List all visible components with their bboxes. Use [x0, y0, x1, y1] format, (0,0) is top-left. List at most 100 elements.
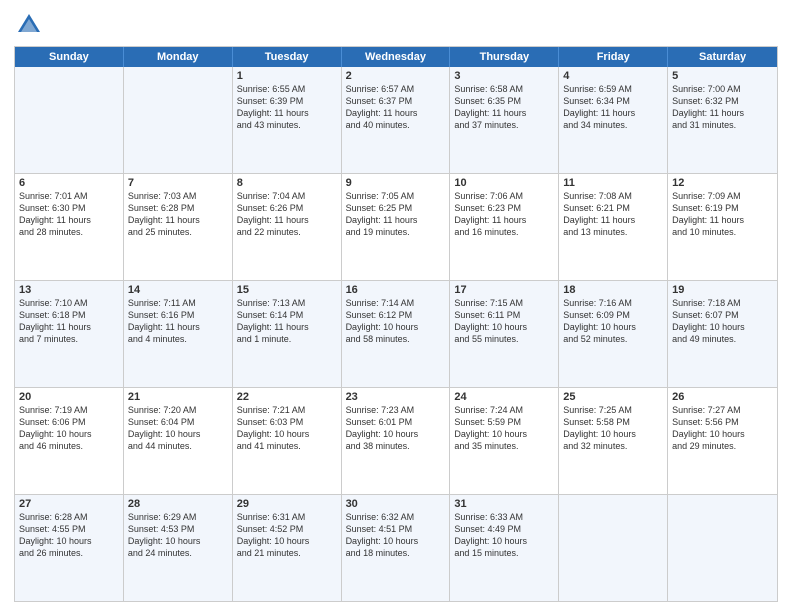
calendar-cell-23: 23Sunrise: 7:23 AM Sunset: 6:01 PM Dayli…: [342, 388, 451, 494]
calendar-row-2: 13Sunrise: 7:10 AM Sunset: 6:18 PM Dayli…: [15, 280, 777, 387]
day-info: Sunrise: 7:21 AM Sunset: 6:03 PM Dayligh…: [237, 404, 337, 453]
day-number: 7: [128, 177, 228, 189]
calendar-cell-16: 16Sunrise: 7:14 AM Sunset: 6:12 PM Dayli…: [342, 281, 451, 387]
calendar-cell-25: 25Sunrise: 7:25 AM Sunset: 5:58 PM Dayli…: [559, 388, 668, 494]
day-number: 30: [346, 498, 446, 510]
calendar-cell-26: 26Sunrise: 7:27 AM Sunset: 5:56 PM Dayli…: [668, 388, 777, 494]
day-number: 26: [672, 391, 773, 403]
calendar: SundayMondayTuesdayWednesdayThursdayFrid…: [14, 46, 778, 602]
calendar-cell-20: 20Sunrise: 7:19 AM Sunset: 6:06 PM Dayli…: [15, 388, 124, 494]
day-number: 22: [237, 391, 337, 403]
day-number: 27: [19, 498, 119, 510]
day-info: Sunrise: 7:10 AM Sunset: 6:18 PM Dayligh…: [19, 297, 119, 346]
day-number: 19: [672, 284, 773, 296]
day-number: 14: [128, 284, 228, 296]
calendar-header: SundayMondayTuesdayWednesdayThursdayFrid…: [15, 47, 777, 67]
page: SundayMondayTuesdayWednesdayThursdayFrid…: [0, 0, 792, 612]
day-info: Sunrise: 7:25 AM Sunset: 5:58 PM Dayligh…: [563, 404, 663, 453]
calendar-cell-18: 18Sunrise: 7:16 AM Sunset: 6:09 PM Dayli…: [559, 281, 668, 387]
calendar-cell-8: 8Sunrise: 7:04 AM Sunset: 6:26 PM Daylig…: [233, 174, 342, 280]
day-number: 18: [563, 284, 663, 296]
calendar-cell-3: 3Sunrise: 6:58 AM Sunset: 6:35 PM Daylig…: [450, 67, 559, 173]
day-number: 20: [19, 391, 119, 403]
header-day-friday: Friday: [559, 47, 668, 67]
day-number: 23: [346, 391, 446, 403]
header-day-thursday: Thursday: [450, 47, 559, 67]
header-day-saturday: Saturday: [668, 47, 777, 67]
calendar-cell-7: 7Sunrise: 7:03 AM Sunset: 6:28 PM Daylig…: [124, 174, 233, 280]
day-info: Sunrise: 6:55 AM Sunset: 6:39 PM Dayligh…: [237, 83, 337, 132]
day-info: Sunrise: 7:16 AM Sunset: 6:09 PM Dayligh…: [563, 297, 663, 346]
day-number: 6: [19, 177, 119, 189]
day-number: 1: [237, 70, 337, 82]
day-info: Sunrise: 7:18 AM Sunset: 6:07 PM Dayligh…: [672, 297, 773, 346]
calendar-cell-empty-0-0: [15, 67, 124, 173]
day-info: Sunrise: 7:19 AM Sunset: 6:06 PM Dayligh…: [19, 404, 119, 453]
calendar-cell-28: 28Sunrise: 6:29 AM Sunset: 4:53 PM Dayli…: [124, 495, 233, 601]
day-info: Sunrise: 7:11 AM Sunset: 6:16 PM Dayligh…: [128, 297, 228, 346]
calendar-cell-empty-4-5: [559, 495, 668, 601]
calendar-cell-11: 11Sunrise: 7:08 AM Sunset: 6:21 PM Dayli…: [559, 174, 668, 280]
day-info: Sunrise: 7:06 AM Sunset: 6:23 PM Dayligh…: [454, 190, 554, 239]
day-number: 29: [237, 498, 337, 510]
calendar-cell-9: 9Sunrise: 7:05 AM Sunset: 6:25 PM Daylig…: [342, 174, 451, 280]
day-info: Sunrise: 7:15 AM Sunset: 6:11 PM Dayligh…: [454, 297, 554, 346]
calendar-cell-12: 12Sunrise: 7:09 AM Sunset: 6:19 PM Dayli…: [668, 174, 777, 280]
calendar-row-4: 27Sunrise: 6:28 AM Sunset: 4:55 PM Dayli…: [15, 494, 777, 601]
calendar-cell-29: 29Sunrise: 6:31 AM Sunset: 4:52 PM Dayli…: [233, 495, 342, 601]
calendar-row-0: 1Sunrise: 6:55 AM Sunset: 6:39 PM Daylig…: [15, 67, 777, 173]
day-info: Sunrise: 7:08 AM Sunset: 6:21 PM Dayligh…: [563, 190, 663, 239]
day-number: 2: [346, 70, 446, 82]
header-day-tuesday: Tuesday: [233, 47, 342, 67]
calendar-cell-13: 13Sunrise: 7:10 AM Sunset: 6:18 PM Dayli…: [15, 281, 124, 387]
calendar-cell-2: 2Sunrise: 6:57 AM Sunset: 6:37 PM Daylig…: [342, 67, 451, 173]
calendar-row-3: 20Sunrise: 7:19 AM Sunset: 6:06 PM Dayli…: [15, 387, 777, 494]
day-info: Sunrise: 7:03 AM Sunset: 6:28 PM Dayligh…: [128, 190, 228, 239]
day-info: Sunrise: 7:27 AM Sunset: 5:56 PM Dayligh…: [672, 404, 773, 453]
day-info: Sunrise: 7:14 AM Sunset: 6:12 PM Dayligh…: [346, 297, 446, 346]
calendar-cell-22: 22Sunrise: 7:21 AM Sunset: 6:03 PM Dayli…: [233, 388, 342, 494]
day-number: 11: [563, 177, 663, 189]
calendar-cell-6: 6Sunrise: 7:01 AM Sunset: 6:30 PM Daylig…: [15, 174, 124, 280]
day-number: 3: [454, 70, 554, 82]
logo: [14, 10, 46, 40]
calendar-cell-5: 5Sunrise: 7:00 AM Sunset: 6:32 PM Daylig…: [668, 67, 777, 173]
day-number: 28: [128, 498, 228, 510]
day-number: 31: [454, 498, 554, 510]
calendar-cell-empty-0-1: [124, 67, 233, 173]
calendar-cell-31: 31Sunrise: 6:33 AM Sunset: 4:49 PM Dayli…: [450, 495, 559, 601]
calendar-cell-30: 30Sunrise: 6:32 AM Sunset: 4:51 PM Dayli…: [342, 495, 451, 601]
calendar-cell-19: 19Sunrise: 7:18 AM Sunset: 6:07 PM Dayli…: [668, 281, 777, 387]
day-info: Sunrise: 7:04 AM Sunset: 6:26 PM Dayligh…: [237, 190, 337, 239]
calendar-cell-10: 10Sunrise: 7:06 AM Sunset: 6:23 PM Dayli…: [450, 174, 559, 280]
day-number: 13: [19, 284, 119, 296]
calendar-cell-21: 21Sunrise: 7:20 AM Sunset: 6:04 PM Dayli…: [124, 388, 233, 494]
day-info: Sunrise: 6:59 AM Sunset: 6:34 PM Dayligh…: [563, 83, 663, 132]
day-number: 21: [128, 391, 228, 403]
calendar-cell-15: 15Sunrise: 7:13 AM Sunset: 6:14 PM Dayli…: [233, 281, 342, 387]
day-info: Sunrise: 7:13 AM Sunset: 6:14 PM Dayligh…: [237, 297, 337, 346]
day-info: Sunrise: 7:09 AM Sunset: 6:19 PM Dayligh…: [672, 190, 773, 239]
calendar-row-1: 6Sunrise: 7:01 AM Sunset: 6:30 PM Daylig…: [15, 173, 777, 280]
day-info: Sunrise: 7:05 AM Sunset: 6:25 PM Dayligh…: [346, 190, 446, 239]
day-info: Sunrise: 6:28 AM Sunset: 4:55 PM Dayligh…: [19, 511, 119, 560]
calendar-cell-empty-4-6: [668, 495, 777, 601]
calendar-body: 1Sunrise: 6:55 AM Sunset: 6:39 PM Daylig…: [15, 67, 777, 601]
day-info: Sunrise: 6:31 AM Sunset: 4:52 PM Dayligh…: [237, 511, 337, 560]
day-number: 24: [454, 391, 554, 403]
header: [14, 10, 778, 40]
header-day-wednesday: Wednesday: [342, 47, 451, 67]
day-info: Sunrise: 7:20 AM Sunset: 6:04 PM Dayligh…: [128, 404, 228, 453]
header-day-sunday: Sunday: [15, 47, 124, 67]
calendar-cell-27: 27Sunrise: 6:28 AM Sunset: 4:55 PM Dayli…: [15, 495, 124, 601]
day-number: 9: [346, 177, 446, 189]
day-number: 17: [454, 284, 554, 296]
day-number: 25: [563, 391, 663, 403]
day-info: Sunrise: 6:58 AM Sunset: 6:35 PM Dayligh…: [454, 83, 554, 132]
calendar-cell-24: 24Sunrise: 7:24 AM Sunset: 5:59 PM Dayli…: [450, 388, 559, 494]
day-info: Sunrise: 6:57 AM Sunset: 6:37 PM Dayligh…: [346, 83, 446, 132]
logo-icon: [14, 10, 44, 40]
day-number: 10: [454, 177, 554, 189]
day-number: 5: [672, 70, 773, 82]
day-info: Sunrise: 7:00 AM Sunset: 6:32 PM Dayligh…: [672, 83, 773, 132]
